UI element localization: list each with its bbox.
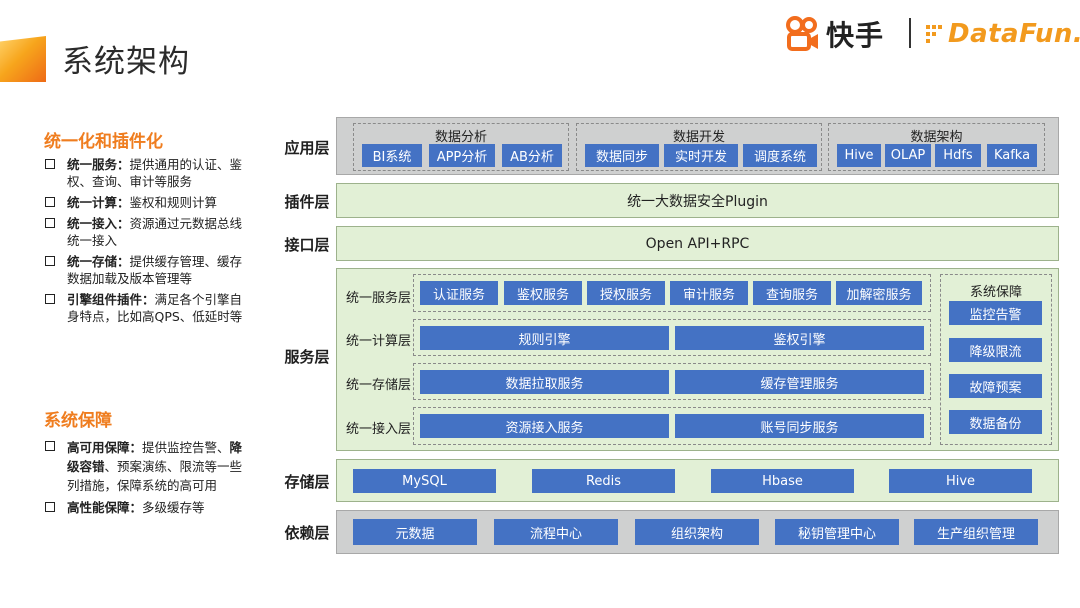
list-item: 统一计算：鉴权和规则计算: [42, 194, 252, 211]
interface-layer-text: Open API+RPC: [645, 235, 750, 252]
guarantee-title: 系统保障: [969, 285, 1022, 300]
service-item: 授权服务: [587, 281, 665, 305]
square-bullet-icon: [45, 502, 55, 512]
app-layer: 数据分析 BI系统 APP分析 AB分析 数据开发 数据同步 实时开发 调度系统…: [336, 117, 1059, 175]
service-item: 加解密服务: [836, 281, 922, 305]
service-item: 鉴权引擎: [675, 326, 924, 350]
storage-item: Hive: [889, 469, 1032, 493]
dependency-layer: 元数据 流程中心 组织架构 秘钥管理中心 生产组织管理: [336, 510, 1059, 554]
dependency-item: 秘钥管理中心: [775, 519, 899, 545]
list-item: 高可用保障：提供监控告警、降级容错、预案演练、限流等一些列措施，保障系统的高可用: [42, 438, 252, 495]
layer-label-service: 服务层: [284, 348, 330, 366]
service-item: 账号同步服务: [675, 414, 924, 438]
service-row-unified-compute: 规则引擎 鉴权引擎: [413, 319, 931, 356]
app-group-title: 数据分析: [434, 130, 487, 145]
unification-list: 统一服务：提供通用的认证、鉴权、查询、审计等服务 统一计算：鉴权和规则计算 统一…: [42, 156, 252, 329]
square-bullet-icon: [45, 159, 55, 169]
dependency-item: 流程中心: [494, 519, 618, 545]
layer-label-plugin: 插件层: [284, 193, 330, 211]
dependency-item: 元数据: [353, 519, 477, 545]
system-guarantee-group: 系统保障 监控告警 降级限流 故障预案 数据备份: [940, 274, 1052, 445]
service-item: 认证服务: [420, 281, 498, 305]
guarantee-item: 降级限流: [949, 338, 1042, 362]
storage-item: MySQL: [353, 469, 496, 493]
app-item: BI系统: [362, 144, 422, 167]
service-layer: 统一服务层 认证服务 鉴权服务 授权服务 审计服务 查询服务 加解密服务 统一计…: [336, 268, 1059, 451]
app-item: AB分析: [502, 144, 562, 167]
dependency-item: 组织架构: [635, 519, 759, 545]
app-item: 调度系统: [743, 144, 817, 167]
service-item: 规则引擎: [420, 326, 669, 350]
app-group-data-arch: 数据架构 Hive OLAP Hdfs Kafka: [828, 123, 1045, 171]
app-group-title: 数据架构: [910, 130, 963, 145]
plugin-layer-text: 统一大数据安全Plugin: [627, 193, 768, 210]
datafun-dots-icon: [926, 25, 942, 43]
page-title: 系统架构: [62, 44, 190, 80]
layer-label-app: 应用层: [284, 139, 330, 157]
storage-layer: MySQL Redis Hbase Hive: [336, 459, 1059, 502]
app-item: OLAP: [885, 144, 931, 167]
square-bullet-icon: [45, 256, 55, 266]
app-group-data-analysis: 数据分析 BI系统 APP分析 AB分析: [353, 123, 569, 171]
plugin-layer: 统一大数据安全Plugin: [336, 183, 1059, 218]
kuaishou-logo: 快手: [784, 14, 884, 54]
app-group-title: 数据开发: [672, 130, 725, 145]
app-item: 实时开发: [664, 144, 738, 167]
dependency-item: 生产组织管理: [914, 519, 1038, 545]
service-row-unified-service: 认证服务 鉴权服务 授权服务 审计服务 查询服务 加解密服务: [413, 274, 931, 312]
title-accent-bar: [0, 36, 46, 82]
service-item: 资源接入服务: [420, 414, 669, 438]
list-item: 引擎组件插件：满足各个引擎自身特点，比如高QPS、低延时等: [42, 291, 252, 325]
storage-item: Redis: [532, 469, 675, 493]
square-bullet-icon: [45, 441, 55, 451]
app-item: Kafka: [987, 144, 1037, 167]
kuaishou-logo-icon: [786, 16, 818, 51]
layer-label-storage: 存储层: [284, 473, 330, 491]
kuaishou-logo-text: 快手: [826, 19, 885, 52]
app-group-data-dev: 数据开发 数据同步 实时开发 调度系统: [576, 123, 822, 171]
section-title-unification: 统一化和插件化: [44, 132, 163, 152]
datafun-logo-text: DataFun.: [948, 19, 1080, 49]
datafun-logo: DataFun.: [926, 14, 1080, 54]
service-row-label: 统一计算层: [346, 334, 412, 349]
service-row-label: 统一服务层: [346, 291, 412, 306]
service-row-label: 统一存储层: [346, 378, 412, 393]
service-item: 数据拉取服务: [420, 370, 669, 394]
interface-layer: Open API+RPC: [336, 226, 1059, 261]
guarantee-item: 监控告警: [949, 301, 1042, 325]
square-bullet-icon: [45, 294, 55, 304]
service-item: 查询服务: [753, 281, 831, 305]
logo-divider: [909, 18, 911, 48]
guarantee-list: 高可用保障：提供监控告警、降级容错、预案演练、限流等一些列措施，保障系统的高可用…: [42, 438, 252, 520]
storage-item: Hbase: [711, 469, 854, 493]
list-item: 统一接入：资源通过元数据总线统一接入: [42, 215, 252, 249]
service-row-unified-storage: 数据拉取服务 缓存管理服务: [413, 363, 931, 400]
app-item: 数据同步: [585, 144, 659, 167]
service-item: 审计服务: [670, 281, 748, 305]
app-item: Hive: [837, 144, 881, 167]
layer-label-interface: 接口层: [284, 236, 330, 254]
app-item: APP分析: [429, 144, 495, 167]
list-item: 统一存储：提供缓存管理、缓存数据加载及版本管理等: [42, 253, 252, 287]
list-item: 高性能保障：多级缓存等: [42, 499, 252, 516]
section-title-guarantee: 系统保障: [44, 411, 112, 431]
guarantee-item: 数据备份: [949, 410, 1042, 434]
square-bullet-icon: [45, 197, 55, 207]
service-row-label: 统一接入层: [346, 422, 412, 437]
service-item: 鉴权服务: [504, 281, 582, 305]
service-item: 缓存管理服务: [675, 370, 924, 394]
service-row-unified-access: 资源接入服务 账号同步服务: [413, 407, 931, 445]
guarantee-item: 故障预案: [949, 374, 1042, 398]
square-bullet-icon: [45, 218, 55, 228]
layer-label-dependency: 依赖层: [284, 524, 330, 542]
list-item: 统一服务：提供通用的认证、鉴权、查询、审计等服务: [42, 156, 252, 190]
app-item: Hdfs: [935, 144, 981, 167]
